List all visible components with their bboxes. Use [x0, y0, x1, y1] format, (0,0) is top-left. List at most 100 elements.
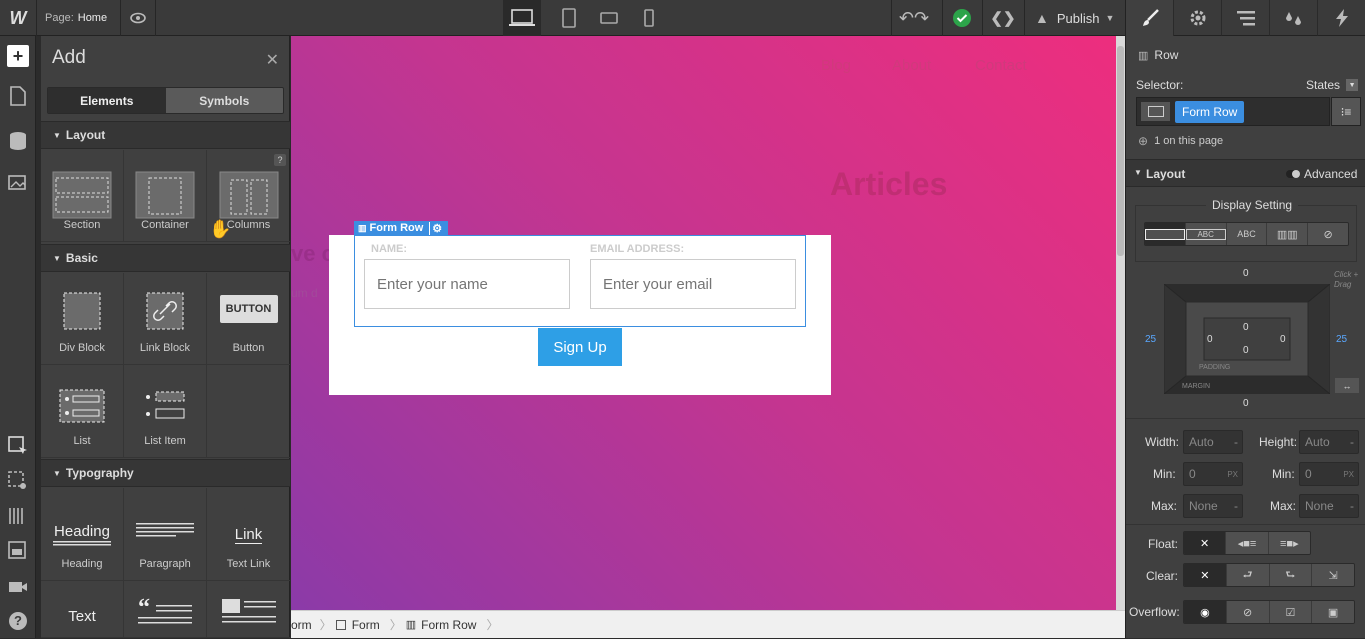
clear-none-icon[interactable]: ✕: [1184, 564, 1227, 586]
element-section[interactable]: Section: [41, 150, 124, 242]
width-field[interactable]: Auto -: [1183, 430, 1243, 454]
clear-both-icon[interactable]: ⇲: [1312, 564, 1354, 586]
padding-right-value[interactable]: 0: [1280, 334, 1286, 345]
form-row[interactable]: NAME: EMAIL ADDRESS:: [354, 235, 806, 327]
help-badge[interactable]: ?: [274, 154, 286, 166]
breadcrumb-item-form-row[interactable]: ▥ Form Row: [402, 618, 487, 632]
section-header-basic[interactable]: ▼ Basic: [41, 244, 290, 272]
style-manager-drops-icon[interactable]: [1270, 0, 1318, 36]
settings-gear-icon[interactable]: ⚙: [429, 221, 444, 235]
mobile-landscape-icon[interactable]: [590, 0, 628, 36]
spacing-expand-icon[interactable]: ↔: [1335, 378, 1359, 393]
overflow-scroll-icon[interactable]: ☑: [1269, 601, 1313, 623]
element-list-item[interactable]: List Item: [124, 365, 207, 458]
grid-overlay-icon[interactable]: [0, 498, 36, 534]
element-text-link[interactable]: Link Text Link: [207, 488, 290, 581]
design-canvas[interactable]: Blog About Contact Articles ve c um d NA…: [291, 36, 1116, 610]
name-input[interactable]: [364, 259, 570, 309]
close-icon[interactable]: ✕: [266, 50, 279, 70]
nav-link-about[interactable]: About: [892, 57, 931, 74]
email-input[interactable]: [590, 259, 796, 309]
min-height-field[interactable]: 0 PX: [1299, 462, 1359, 486]
float-left-icon[interactable]: ◂■≡: [1226, 532, 1269, 554]
nav-link-blog[interactable]: Blog: [821, 57, 851, 74]
element-heading[interactable]: Heading Heading: [41, 488, 124, 581]
breadcrumb-item-form-block[interactable]: orm: [291, 618, 320, 632]
element-blockquote[interactable]: “: [124, 581, 207, 638]
element-link-block[interactable]: Link Block: [124, 273, 207, 365]
margin-bottom-value[interactable]: 0: [1243, 398, 1249, 409]
padding-bottom-value[interactable]: 0: [1243, 345, 1249, 356]
height-label: Height:: [1259, 435, 1298, 449]
margin-top-value[interactable]: 0: [1243, 268, 1249, 279]
section-header-layout[interactable]: ▼ Layout: [41, 121, 290, 149]
display-inline-block-icon[interactable]: ABC: [1185, 223, 1227, 245]
preview-eye-icon[interactable]: [121, 0, 155, 36]
min-width-field[interactable]: 0 PX: [1183, 462, 1243, 486]
interactions-bolt-icon[interactable]: [1318, 0, 1365, 36]
max-height-field[interactable]: None -: [1299, 494, 1359, 518]
element-container[interactable]: Container: [124, 150, 207, 242]
assets-icon[interactable]: [0, 164, 36, 200]
padding-left-value[interactable]: 0: [1207, 334, 1213, 345]
navigator-list-icon[interactable]: [1222, 0, 1270, 36]
preview-toggle-icon[interactable]: [0, 463, 36, 499]
overflow-visible-icon[interactable]: ◉: [1184, 601, 1227, 623]
signup-form-block[interactable]: NAME: EMAIL ADDRESS: Sign Up: [329, 235, 831, 395]
height-field[interactable]: Auto -: [1299, 430, 1359, 454]
help-icon[interactable]: ?: [0, 603, 36, 639]
add-panel-icon[interactable]: +: [0, 38, 36, 74]
selector-field[interactable]: Form Row: [1136, 97, 1330, 126]
clear-left-icon[interactable]: ⮐: [1226, 564, 1270, 586]
display-none-icon[interactable]: ⊘: [1308, 223, 1348, 245]
float-right-icon[interactable]: ≡■▸: [1268, 532, 1310, 554]
states-dropdown[interactable]: States ▼: [1306, 78, 1359, 92]
mobile-portrait-icon[interactable]: [630, 0, 668, 36]
class-tag-form-row[interactable]: Form Row: [1175, 101, 1245, 123]
overflow-auto-icon[interactable]: ▣: [1312, 601, 1354, 623]
breadcrumb-item-form[interactable]: Form: [332, 618, 390, 632]
page-selector[interactable]: Page: Home: [36, 0, 120, 36]
desktop-view-icon[interactable]: [503, 0, 541, 36]
settings-gear-icon[interactable]: [1174, 0, 1222, 36]
display-flex-icon[interactable]: ▥▥: [1267, 223, 1309, 245]
tab-symbols[interactable]: Symbols: [165, 88, 283, 113]
element-div-block[interactable]: Div Block: [41, 273, 124, 365]
video-tutorials-icon[interactable]: [0, 568, 36, 604]
margin-left-value[interactable]: 25: [1145, 334, 1156, 345]
section-header-typography[interactable]: ▼ Typography: [41, 459, 290, 487]
element-rich-text[interactable]: [207, 581, 290, 638]
cms-database-icon[interactable]: [0, 123, 36, 159]
undo-redo-icon[interactable]: ↶↷: [892, 0, 936, 36]
max-width-field[interactable]: None -: [1183, 494, 1243, 518]
element-list[interactable]: List: [41, 365, 124, 458]
selector-menu-icon[interactable]: ⁝≡: [1331, 97, 1361, 126]
saved-check-icon[interactable]: [943, 0, 981, 36]
publish-button[interactable]: ▲ Publish ▼: [1025, 0, 1125, 36]
nav-link-contact[interactable]: Contact: [975, 57, 1027, 74]
navigator-icon[interactable]: [0, 533, 36, 569]
margin-right-value[interactable]: 25: [1336, 334, 1347, 345]
display-block-icon[interactable]: [1145, 223, 1186, 245]
pages-icon[interactable]: [0, 78, 36, 114]
select-element-icon[interactable]: [0, 428, 36, 464]
clear-right-icon[interactable]: ⮑: [1269, 564, 1313, 586]
layout-section-header[interactable]: ▼ Layout Advanced: [1126, 159, 1365, 187]
element-text[interactable]: Text: [41, 581, 124, 638]
webflow-logo-icon[interactable]: W: [0, 0, 36, 36]
scrollbar-thumb[interactable]: [1117, 46, 1124, 256]
advanced-toggle-icon[interactable]: [1286, 170, 1300, 178]
padding-top-value[interactable]: 0: [1243, 322, 1249, 333]
selected-element-badge[interactable]: ▥ Form Row ⚙: [354, 221, 449, 235]
tablet-view-icon[interactable]: [550, 0, 588, 36]
float-none-icon[interactable]: ✕: [1184, 532, 1227, 554]
tab-elements[interactable]: Elements: [48, 88, 166, 113]
display-inline-icon[interactable]: ABC: [1226, 223, 1268, 245]
element-paragraph[interactable]: Paragraph: [124, 488, 207, 581]
element-button[interactable]: BUTTON Button: [207, 273, 290, 365]
style-brush-icon[interactable]: [1126, 0, 1174, 36]
code-export-icon[interactable]: ❮❯: [983, 0, 1023, 36]
canvas-scrollbar[interactable]: [1116, 36, 1125, 610]
sign-up-button[interactable]: Sign Up: [538, 328, 622, 366]
overflow-hidden-icon[interactable]: ⊘: [1226, 601, 1270, 623]
